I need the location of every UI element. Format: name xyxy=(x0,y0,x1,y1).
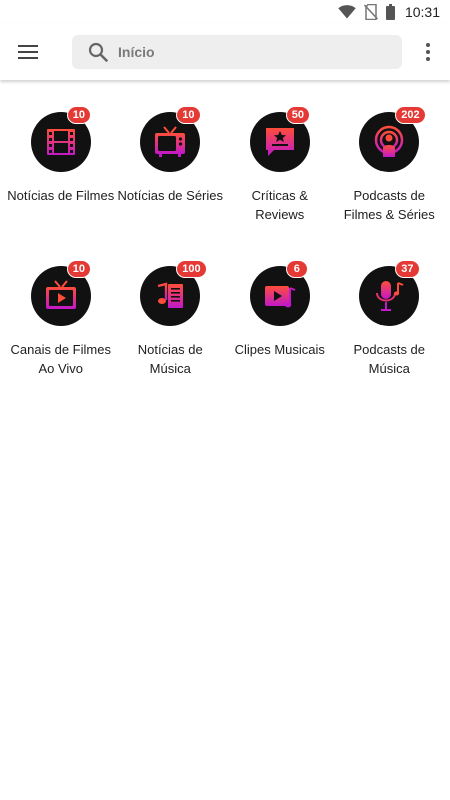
star-comment-icon xyxy=(265,128,294,156)
category-grid: 10 Notícias de Filmes 10 Notícias de Sér… xyxy=(6,106,445,378)
search-text: Início xyxy=(118,44,155,60)
category-icon-circle: 10 xyxy=(140,106,201,172)
search-input[interactable]: Início xyxy=(72,35,402,69)
search-icon xyxy=(88,42,108,62)
category-label: Notícias de Séries xyxy=(117,188,224,203)
music-video-icon xyxy=(264,286,296,308)
music-news-icon xyxy=(157,282,184,308)
count-badge: 10 xyxy=(176,106,201,124)
category-icon-circle: 37 xyxy=(359,260,420,326)
category-tile-series-news[interactable]: 10 Notícias de Séries xyxy=(116,106,226,224)
count-badge: 50 xyxy=(285,106,310,124)
no-sim-icon xyxy=(363,4,378,20)
category-icon-circle: 100 xyxy=(140,260,207,326)
microphone-icon xyxy=(376,281,404,311)
category-label: Notícias de Filmes xyxy=(7,188,115,203)
hamburger-menu-button[interactable] xyxy=(12,36,44,68)
category-label: Canais de Filmes Ao Vivo xyxy=(10,342,111,376)
category-tile-music-news[interactable]: 100 Notícias de Música xyxy=(116,260,226,378)
category-tile-reviews[interactable]: 50 Críticas & Reviews xyxy=(225,106,335,224)
status-time: 10:31 xyxy=(404,4,440,20)
category-tile-movie-news[interactable]: 10 Notícias de Filmes xyxy=(6,106,116,224)
category-icon-circle: 6 xyxy=(249,260,310,326)
tv-icon xyxy=(155,126,186,157)
category-tile-live-channels[interactable]: 10 Canais de Filmes Ao Vivo xyxy=(6,260,116,378)
category-label: Clipes Musicais xyxy=(234,342,325,357)
category-label: Críticas & Reviews xyxy=(251,188,308,222)
status-bar: 10:31 xyxy=(0,0,450,24)
more-vert-icon xyxy=(426,43,430,61)
category-tile-film-podcasts[interactable]: 202 Podcasts de Filmes & Séries xyxy=(335,106,445,224)
count-badge: 37 xyxy=(395,260,420,278)
count-badge: 10 xyxy=(66,106,91,124)
count-badge: 202 xyxy=(395,106,426,124)
count-badge: 10 xyxy=(66,260,91,278)
more-options-button[interactable] xyxy=(416,36,440,68)
hamburger-menu-icon xyxy=(18,45,38,59)
battery-icon xyxy=(385,4,395,20)
wifi-icon xyxy=(338,5,356,19)
category-icon-circle: 202 xyxy=(359,106,426,172)
category-label: Notícias de Música xyxy=(137,342,203,376)
category-tile-music-podcasts[interactable]: 37 Podcasts de Música xyxy=(335,260,445,378)
category-tile-music-videos[interactable]: 6 Clipes Musicais xyxy=(225,260,335,378)
live-tv-icon xyxy=(45,280,76,309)
podcast-icon xyxy=(375,125,404,157)
category-icon-circle: 10 xyxy=(30,260,91,326)
film-strip-icon xyxy=(46,129,75,155)
category-icon-circle: 50 xyxy=(249,106,310,172)
category-label: Podcasts de Música xyxy=(353,342,426,376)
category-label: Podcasts de Filmes & Séries xyxy=(343,188,435,222)
app-bar: Início xyxy=(0,24,450,80)
category-icon-circle: 10 xyxy=(30,106,91,172)
count-badge: 6 xyxy=(285,260,308,278)
count-badge: 100 xyxy=(176,260,207,278)
